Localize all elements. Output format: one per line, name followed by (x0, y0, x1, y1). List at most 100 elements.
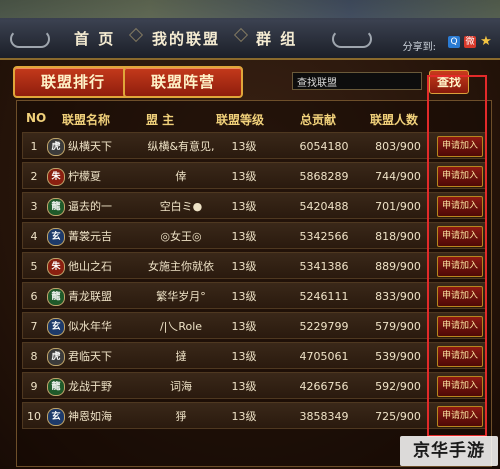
alliance-name[interactable]: 君临天下 (68, 343, 112, 370)
table-row: 1 虎纵横天下 纵横&有意见, 13级 6054180 803/900 申请加入 (22, 132, 486, 159)
cloud-ornament-right (332, 30, 372, 48)
alliance-leader: 女施主你就依 (148, 260, 214, 273)
rank-number: 9 (30, 380, 38, 393)
table-row: 10 玄神恩如海猙 13级 3858349 725/900 申请加入 (22, 402, 486, 429)
alliance-level: 13级 (231, 290, 257, 303)
alliance-level: 13级 (231, 170, 257, 183)
col-header-level: 联盟等级 (216, 113, 265, 127)
rank-number: 4 (30, 230, 38, 243)
alliance-name[interactable]: 柠檬夏 (68, 163, 101, 190)
tab-alliance-camp[interactable]: 联盟阵营 (123, 66, 243, 98)
total-contribution: 3858349 (299, 410, 349, 423)
camp-badge-icon: 虎 (47, 138, 65, 156)
nav-my-alliance[interactable]: 我的联盟 (152, 28, 220, 49)
alliance-leader: 词海 (170, 380, 192, 393)
camp-badge-icon: 朱 (47, 258, 65, 276)
member-count: 725/900 (375, 410, 421, 423)
nav-separator (128, 27, 144, 43)
table-row: 6 龍青龙联盟 繁华岁月° 13级 5246111 833/900 申请加入 (22, 282, 486, 309)
member-count: 592/900 (375, 380, 421, 393)
alliance-leader: 猙 (175, 410, 187, 423)
alliance-leader: 撻 (175, 350, 187, 363)
total-contribution: 6054180 (299, 140, 349, 153)
member-count: 539/900 (375, 350, 421, 363)
alliance-name[interactable]: 他山之石 (68, 253, 112, 280)
alliance-name[interactable]: 青龙联盟 (68, 283, 112, 310)
member-count: 744/900 (375, 170, 421, 183)
nav-separator (233, 27, 249, 43)
col-header-leader: 盟 主 (146, 113, 175, 127)
alliance-leader: 纵横&有意见, (147, 140, 215, 153)
table-row: 2 朱柠檬夏倖 13级 5868289 744/900 申请加入 (22, 162, 486, 189)
total-contribution: 5229799 (299, 320, 349, 333)
camp-badge-icon: 玄 (47, 408, 65, 426)
search-input[interactable] (292, 72, 422, 90)
tab-alliance-rank[interactable]: 联盟排行 (13, 66, 133, 98)
share-qq-icon[interactable]: Q (448, 36, 460, 48)
alliance-name[interactable]: 似水年华 (68, 313, 112, 340)
total-contribution: 4266756 (299, 380, 349, 393)
cloud-ornament-left (10, 30, 50, 48)
nav-home[interactable]: 首 页 (74, 28, 115, 49)
rank-number: 1 (30, 140, 38, 153)
rank-number: 2 (30, 170, 38, 183)
col-header-name: 联盟名称 (62, 113, 111, 127)
total-contribution: 5420488 (299, 200, 349, 213)
share-weibo-icon[interactable]: 微 (464, 36, 476, 48)
alliance-level: 13级 (231, 140, 257, 153)
alliance-leader: 空白ミ● (159, 200, 203, 213)
alliance-level: 13级 (231, 260, 257, 273)
total-contribution: 5341386 (299, 260, 349, 273)
share-label: 分享到: (402, 42, 436, 53)
favorite-star-icon[interactable]: ★ (480, 35, 492, 48)
rank-number: 3 (30, 200, 38, 213)
alliance-level: 13级 (231, 230, 257, 243)
col-header-contribution: 总贡献 (300, 113, 337, 127)
member-count: 579/900 (375, 320, 421, 333)
rank-number: 5 (30, 260, 38, 273)
alliance-leader: ◎女王◎ (160, 230, 202, 243)
table-row: 3 龍逼去的一 空白ミ● 13级 5420488 701/900 申请加入 (22, 192, 486, 219)
alliance-level: 13级 (231, 320, 257, 333)
rank-number: 10 (27, 410, 41, 423)
rank-number: 7 (30, 320, 38, 333)
alliance-name[interactable]: 纵横天下 (68, 133, 112, 160)
alliance-level: 13级 (231, 410, 257, 423)
member-count: 803/900 (375, 140, 421, 153)
alliance-leader: 倖 (175, 170, 187, 183)
alliance-leader: /|乀Role (159, 320, 203, 333)
alliance-level: 13级 (231, 200, 257, 213)
alliance-level: 13级 (231, 350, 257, 363)
alliance-name[interactable]: 逼去的一 (68, 193, 112, 220)
nav-groups[interactable]: 群 组 (256, 28, 297, 49)
camp-badge-icon: 玄 (47, 318, 65, 336)
table-row: 7 玄似水年华/|乀Role 13级 5229799 579/900 申请加入 (22, 312, 486, 339)
col-header-no: NO (26, 111, 47, 125)
apply-column-highlight (427, 75, 487, 437)
camp-badge-icon: 玄 (47, 228, 65, 246)
camp-badge-icon: 朱 (47, 168, 65, 186)
table-row: 5 朱他山之石 女施主你就依 13级 5341386 889/900 申请加入 (22, 252, 486, 279)
table-row: 4 玄菁裳元吉 ◎女王◎ 13级 5342566 818/900 申请加入 (22, 222, 486, 249)
camp-badge-icon: 龍 (47, 288, 65, 306)
watermark-logo: 京华手游 (400, 436, 498, 466)
top-nav-bar: 首 页 我的联盟 群 组 分享到: Q 微 ★ (0, 0, 500, 60)
col-header-members: 联盟人数 (370, 113, 419, 127)
member-count: 889/900 (375, 260, 421, 273)
alliance-name[interactable]: 神恩如海 (68, 403, 112, 430)
member-count: 833/900 (375, 290, 421, 303)
rank-number: 8 (30, 350, 38, 363)
alliance-name[interactable]: 龙战于野 (68, 373, 112, 400)
camp-badge-icon: 龍 (47, 378, 65, 396)
camp-badge-icon: 虎 (47, 348, 65, 366)
alliance-name[interactable]: 菁裳元吉 (68, 223, 112, 250)
member-count: 701/900 (375, 200, 421, 213)
total-contribution: 5342566 (299, 230, 349, 243)
alliance-level: 13级 (231, 380, 257, 393)
header-banner-art (0, 0, 500, 18)
table-row: 9 龍龙战于野 词海 13级 4266756 592/900 申请加入 (22, 372, 486, 399)
rank-number: 6 (30, 290, 38, 303)
total-contribution: 5246111 (299, 290, 349, 303)
total-contribution: 4705061 (299, 350, 349, 363)
table-row: 8 虎君临天下撻 13级 4705061 539/900 申请加入 (22, 342, 486, 369)
